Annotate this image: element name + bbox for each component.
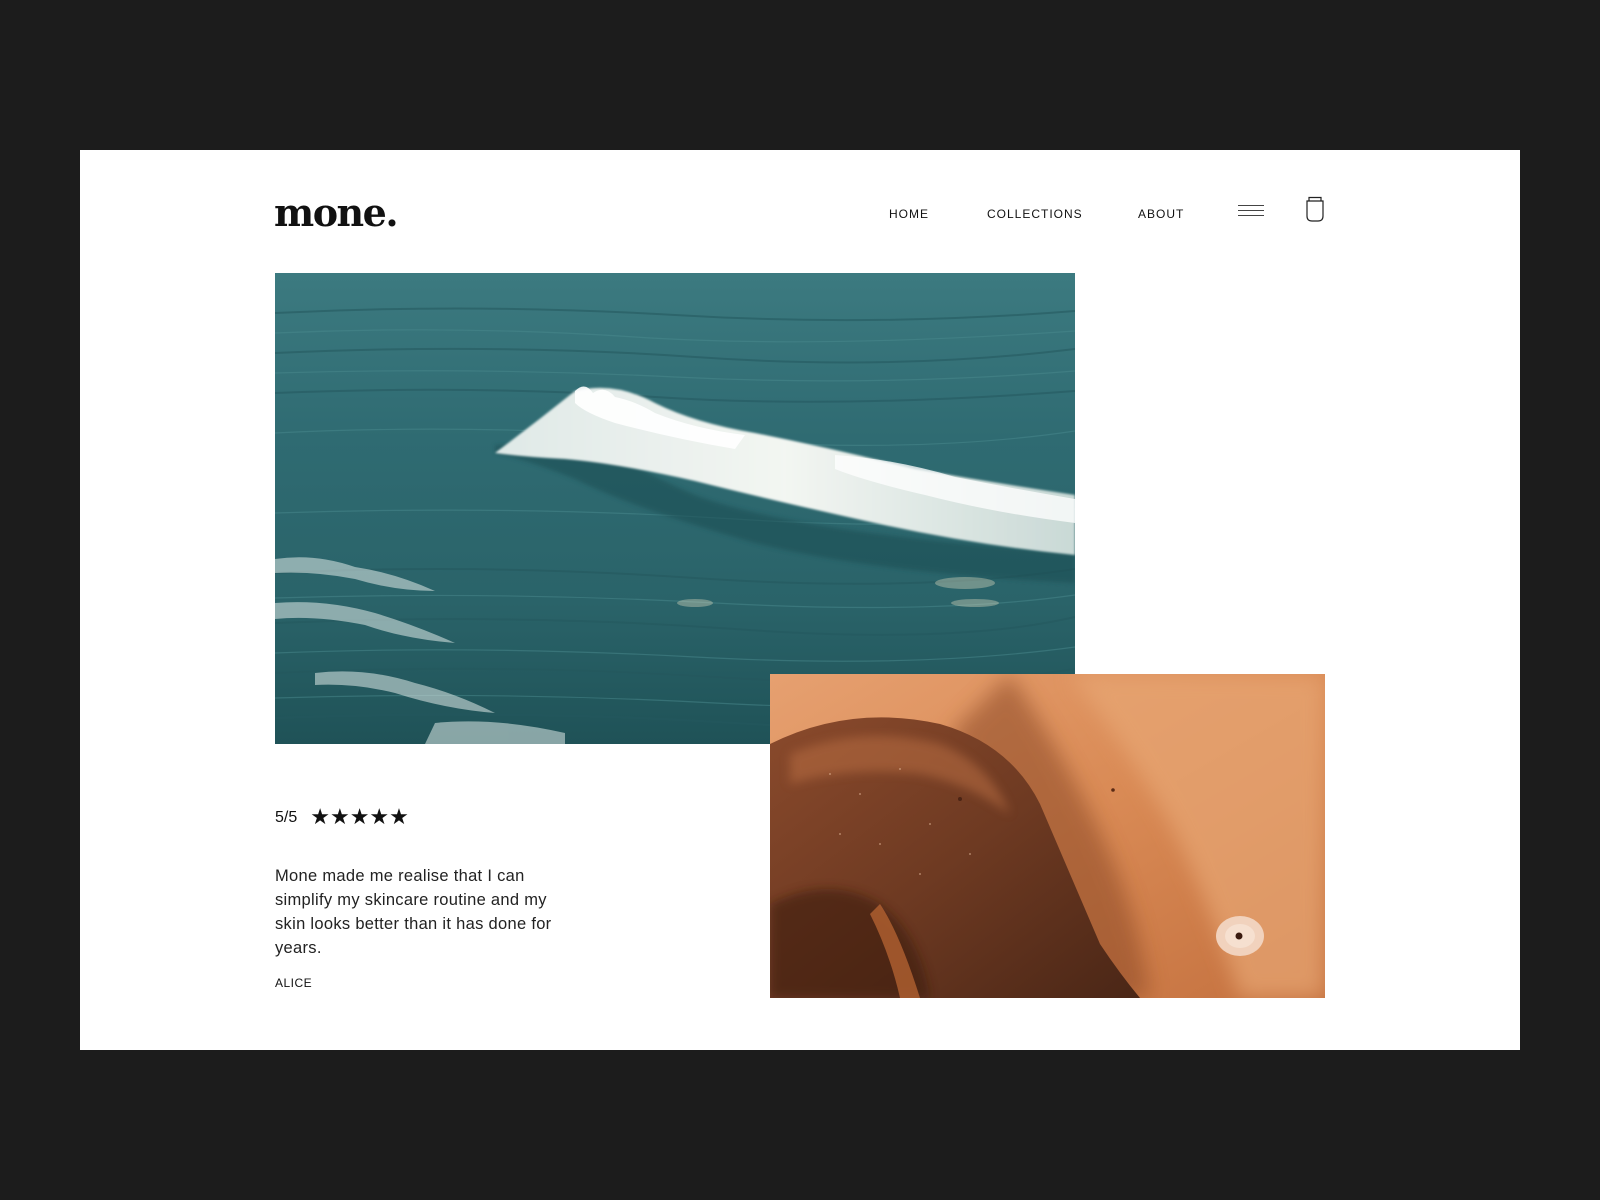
menu-line [1238,205,1264,206]
menu-line [1238,210,1264,211]
testimonial-author: ALICE [275,976,313,990]
sunlit-skin-photo [770,674,1325,998]
testimonial-quote: Mone made me realise that I can simplify… [275,867,552,957]
rating: 5/5 ★★★★★ [275,806,409,830]
menu-icon[interactable] [1238,205,1264,219]
nav-collections-link[interactable]: COLLECTIONS [987,207,1083,221]
menu-line [1238,215,1264,216]
nav-home-link[interactable]: HOME [889,207,929,221]
star-rating-icons: ★★★★★ [310,805,409,830]
rating-score: 5/5 [275,809,298,826]
shopping-bag-icon[interactable] [1304,196,1326,222]
page: mone. HOME COLLECTIONS ABOUT 5/5 ★★★★★ M… [80,150,1520,1050]
nav-about-link[interactable]: ABOUT [1138,207,1184,221]
